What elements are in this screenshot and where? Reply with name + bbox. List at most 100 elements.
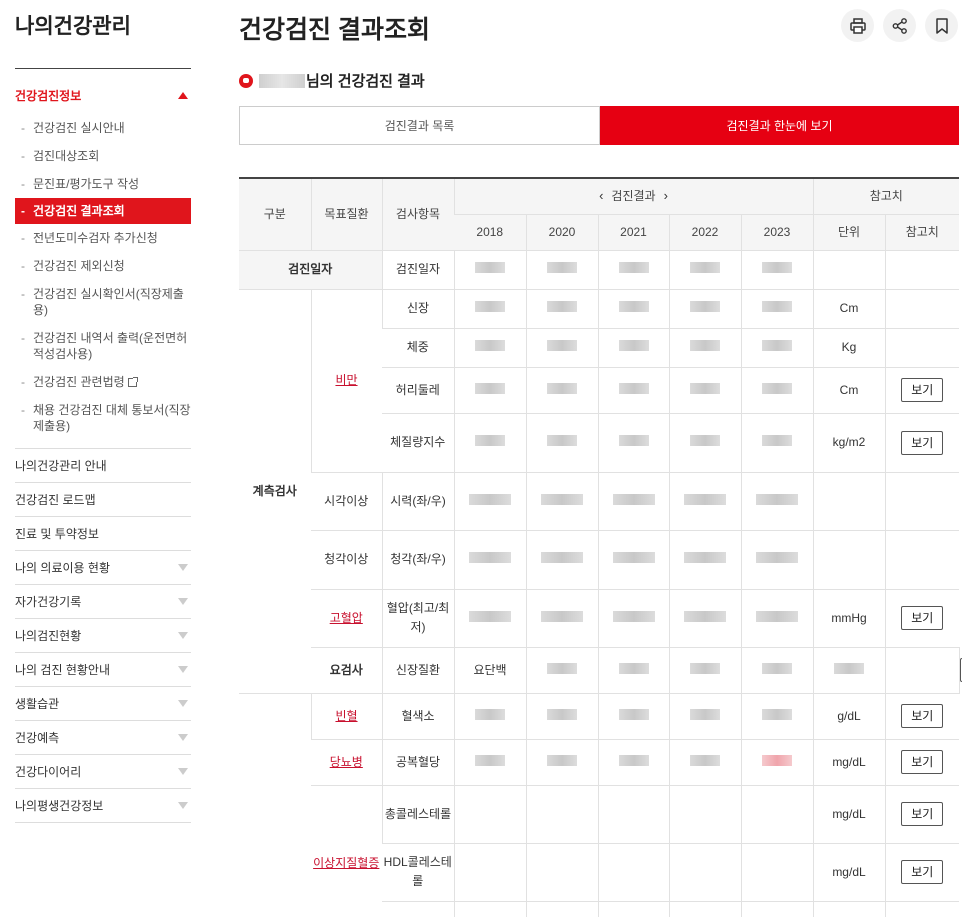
masked-value <box>453 289 526 329</box>
ref-cell <box>884 901 959 917</box>
sidebar-menu-label: 자가건강기록 <box>15 595 82 609</box>
tab-result-list[interactable]: 검진결과 목록 <box>239 106 600 145</box>
sidebar-menu-item[interactable]: 건강다이어리 <box>15 755 191 789</box>
sidebar-menu-label: 건강예측 <box>15 731 60 745</box>
disease-obesity-link[interactable]: 비만 <box>310 289 382 473</box>
tab-result-overview[interactable]: 검진결과 한눈에 보기 <box>600 106 959 145</box>
disease-kidney: 신장질환 <box>381 647 454 694</box>
view-button[interactable]: 보기 <box>901 378 944 402</box>
sidebar-menu-label: 나의건강관리 안내 <box>15 459 107 473</box>
masked-value <box>597 647 669 694</box>
sidebar-sub-item[interactable]: 건강검진 실시확인서(직장제출용) <box>15 280 191 324</box>
disease-hypertension-link[interactable]: 고혈압 <box>311 589 382 648</box>
sidebar-sub-item-laws[interactable]: 건강검진 관련법령 <box>15 368 191 396</box>
header-target-disease: 목표질환 <box>310 177 382 251</box>
sidebar-menu-item[interactable]: 진료 및 투약정보 <box>15 517 191 551</box>
sidebar-menu-item[interactable]: 나의검진현황 <box>15 619 191 653</box>
item-bmi: 체질량지수 <box>382 413 454 473</box>
masked-value <box>668 589 741 648</box>
view-button[interactable]: 보기 <box>901 802 944 826</box>
ref-cell <box>884 472 959 531</box>
view-button[interactable]: 보기 <box>901 704 944 728</box>
masked-value <box>668 472 741 531</box>
header-unit: 단위 <box>812 214 885 251</box>
sidebar-section-health-checkup[interactable]: 건강검진정보 <box>15 69 191 114</box>
unit-cell <box>884 647 959 694</box>
unit-cell <box>812 901 885 917</box>
view-button[interactable]: 보기 <box>901 750 944 774</box>
unit-cell: mg/dL <box>812 843 885 902</box>
masked-value <box>597 901 669 917</box>
header-category: 구분 <box>239 177 311 251</box>
ref-cell: 보기 <box>884 367 959 414</box>
ref-cell <box>884 328 959 368</box>
masked-value <box>453 472 526 531</box>
masked-value <box>525 901 598 917</box>
sidebar-sub-item[interactable]: 문진표/평가도구 작성 <box>15 170 191 198</box>
sidebar-menu-item[interactable]: 생활습관 <box>15 687 191 721</box>
sidebar-sub-item[interactable]: 검진대상조회 <box>15 142 191 170</box>
masked-value <box>525 785 598 844</box>
masked-value <box>597 843 669 902</box>
ref-cell: 보기 <box>884 785 959 844</box>
masked-value <box>740 843 813 902</box>
disease-anemia-link[interactable]: 빈혈 <box>310 693 382 740</box>
sidebar-sub-item[interactable]: 건강검진 내역서 출력(운전면허적성검사용) <box>15 324 191 368</box>
ref-cell: 보기 <box>884 739 959 786</box>
sidebar-sub-item[interactable]: 채용 건강검진 대체 통보서(직장제출용) <box>15 396 191 440</box>
bookmark-button[interactable] <box>925 9 958 42</box>
disease-dyslipidemia-link[interactable]: 이상지질혈증 <box>311 785 382 917</box>
masked-value <box>525 250 598 290</box>
header-reference: 참고치 <box>812 177 959 215</box>
masked-value <box>453 693 526 740</box>
sidebar-menu-item[interactable]: 건강검진 로드맵 <box>15 483 191 517</box>
masked-value <box>740 413 813 473</box>
sidebar-sub-item-active[interactable]: 건강검진 결과조회 <box>15 198 191 224</box>
masked-value <box>525 289 598 329</box>
chevron-down-icon <box>178 734 188 741</box>
masked-value <box>597 693 669 740</box>
masked-value <box>453 250 526 290</box>
share-button[interactable] <box>883 9 916 42</box>
sidebar-menu-label: 나의 의료이용 현황 <box>15 561 110 575</box>
sidebar-sub-item[interactable]: 건강검진 제외신청 <box>15 252 191 280</box>
masked-value <box>525 589 598 648</box>
masked-value <box>597 367 669 414</box>
masked-value <box>668 693 741 740</box>
masked-value <box>597 530 669 590</box>
unit-cell <box>812 472 885 531</box>
sidebar-section-label: 건강검진정보 <box>15 89 82 103</box>
view-button[interactable]: 보기 <box>901 860 944 884</box>
print-icon <box>849 17 866 34</box>
chevron-down-icon <box>178 700 188 707</box>
sidebar-sub-item[interactable]: 전년도미수검자 추가신청 <box>15 224 191 252</box>
view-button[interactable]: 보기 <box>901 606 944 630</box>
sidebar-menu-item[interactable]: 나의 검진 현황안내 <box>15 653 191 687</box>
sidebar-menu-item[interactable]: 나의평생건강정보 <box>15 789 191 823</box>
masked-user-name <box>259 73 305 88</box>
sidebar-menu-item[interactable]: 나의건강관리 안내 <box>15 449 191 483</box>
prev-arrow-icon[interactable]: ‹ <box>599 186 603 205</box>
header-ref: 참고치 <box>884 214 959 251</box>
ref-cell <box>884 289 959 329</box>
masked-value <box>597 289 669 329</box>
print-button[interactable] <box>841 9 874 42</box>
masked-value <box>525 843 598 902</box>
view-button[interactable]: 보기 <box>901 430 944 455</box>
result-tabs: 검진결과 목록 검진결과 한눈에 보기 <box>239 106 959 145</box>
masked-value <box>740 367 813 414</box>
masked-value <box>453 785 526 844</box>
masked-value <box>740 739 813 786</box>
masked-value <box>668 901 741 917</box>
masked-value <box>668 843 741 902</box>
sidebar-menu-item[interactable]: 건강예측 <box>15 721 191 755</box>
disease-diabetes-link[interactable]: 당뇨병 <box>311 739 382 786</box>
external-link-icon <box>127 377 138 387</box>
sidebar-menu-item[interactable]: 나의 의료이용 현황 <box>15 551 191 585</box>
sidebar-sub-item[interactable]: 건강검진 실시안내 <box>15 114 191 142</box>
sidebar-menu-item[interactable]: 자가건강기록 <box>15 585 191 619</box>
next-arrow-icon[interactable]: › <box>664 186 668 205</box>
masked-value <box>453 843 526 902</box>
share-icon <box>892 17 907 34</box>
masked-value <box>740 289 813 329</box>
